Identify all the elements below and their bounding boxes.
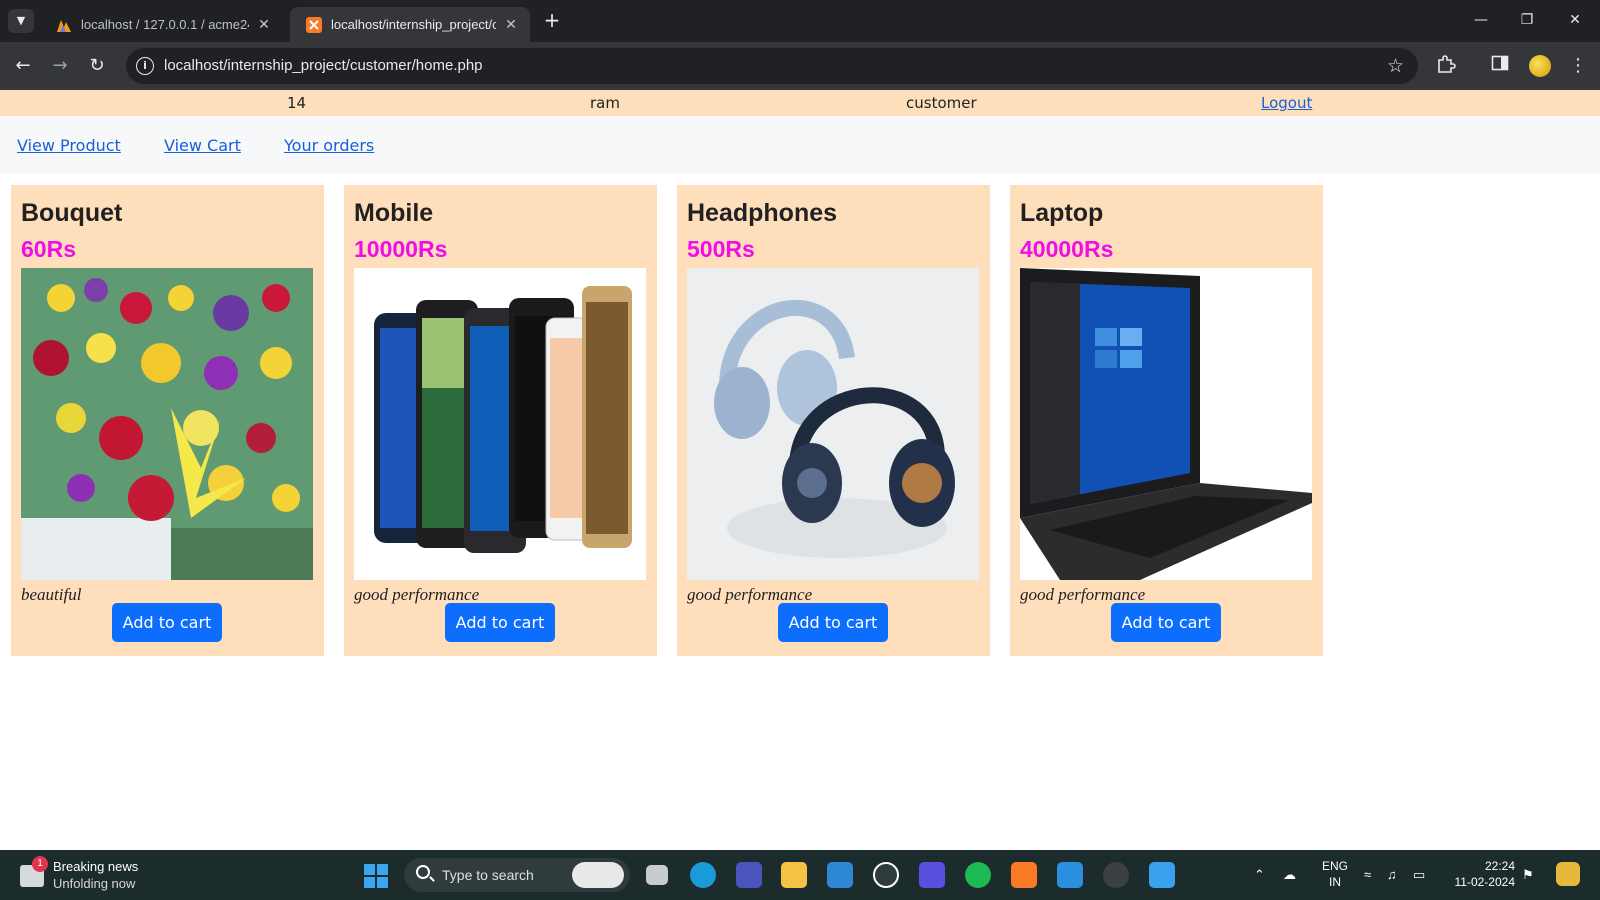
product-price: 10000Rs xyxy=(354,236,448,262)
product-image-laptop xyxy=(1020,268,1312,580)
clock[interactable]: 22:24 11-02-2024 xyxy=(1449,858,1516,890)
product-name: Bouquet xyxy=(21,199,123,227)
product-description: beautiful xyxy=(21,585,82,604)
lang-bottom: IN xyxy=(1329,875,1341,889)
show-hidden-icons[interactable]: ⌃ xyxy=(1254,867,1265,883)
product-card: Laptop 40000Rs good performance Add to c… xyxy=(1010,185,1323,656)
lang-top: ENG xyxy=(1321,859,1348,873)
clock-date: 11-02-2024 xyxy=(1454,875,1516,889)
task-view-icon[interactable] xyxy=(646,865,668,885)
browser-menu-icon[interactable]: ⋮ xyxy=(1566,54,1590,78)
browser-toolbar: ← → ↻ i localhost/internship_project/cus… xyxy=(0,42,1600,90)
page-content: 14 ram customer Logout View Product View… xyxy=(0,90,1600,850)
side-panel-icon[interactable] xyxy=(1488,54,1512,78)
volume-icon[interactable]: ♫ xyxy=(1387,867,1397,882)
mail-icon[interactable] xyxy=(827,862,853,888)
spotify-icon[interactable] xyxy=(965,862,991,888)
extensions-icon[interactable] xyxy=(1434,54,1458,78)
logout-link[interactable]: Logout xyxy=(1261,94,1312,112)
address-bar[interactable]: i localhost/internship_project/customer/… xyxy=(126,48,1418,84)
clock-time: 22:24 xyxy=(1484,859,1515,873)
your-orders-link[interactable]: Your orders xyxy=(284,136,374,155)
tab-title: localhost / 127.0.0.1 / acme24 / xyxy=(81,17,249,32)
product-name: Laptop xyxy=(1020,199,1104,227)
copilot-icon[interactable] xyxy=(572,862,624,888)
forward-button[interactable]: → xyxy=(48,54,72,78)
edge-icon[interactable] xyxy=(690,862,716,888)
reload-button[interactable]: ↻ xyxy=(85,54,109,78)
windows-taskbar: 1 Breaking news Unfolding now Type to se… xyxy=(0,850,1600,900)
xampp-taskbar-icon[interactable] xyxy=(1011,862,1037,888)
url-text[interactable]: localhost/internship_project/customer/ho… xyxy=(164,48,483,84)
back-button[interactable]: ← xyxy=(11,54,35,78)
teams-icon[interactable] xyxy=(736,862,762,888)
new-tab-button[interactable]: + xyxy=(540,9,564,33)
vscode-icon[interactable] xyxy=(1057,862,1083,888)
minimize-button[interactable]: — xyxy=(1458,0,1504,40)
product-image-mobile xyxy=(354,268,646,580)
copilot-app-icon[interactable] xyxy=(919,862,945,888)
news-title[interactable]: Breaking news xyxy=(53,859,138,874)
username: ram xyxy=(590,94,620,112)
user-role: customer xyxy=(906,94,977,112)
notification-bell-icon[interactable]: ⚑ xyxy=(1522,867,1534,883)
browser-tabstrip: ▼ localhost / 127.0.0.1 / acme24 / ✕ loc… xyxy=(0,0,1600,42)
windows-start-icon[interactable] xyxy=(364,864,388,888)
add-to-cart-button[interactable]: Add to cart xyxy=(1111,603,1221,642)
photos-icon[interactable] xyxy=(1149,862,1175,888)
product-description: good performance xyxy=(354,585,480,604)
user-id: 14 xyxy=(287,94,307,112)
customer-nav: View Product View Cart Your orders xyxy=(0,116,1600,174)
product-description: good performance xyxy=(687,585,813,604)
taskbar-search-box[interactable]: Type to search xyxy=(404,858,630,892)
file-explorer-icon[interactable] xyxy=(781,862,807,888)
close-window-button[interactable]: ✕ xyxy=(1552,0,1598,40)
news-badge: 1 xyxy=(32,856,48,872)
tab-phpmyadmin[interactable]: localhost / 127.0.0.1 / acme24 / ✕ xyxy=(40,7,283,42)
news-subtitle[interactable]: Unfolding now xyxy=(53,876,135,891)
tab-title: localhost/internship_project/cu xyxy=(331,17,496,32)
product-card: Mobile 10000Rs good performance Add to c… xyxy=(344,185,657,656)
phpmyadmin-icon xyxy=(57,19,71,32)
restore-button[interactable]: ❐ xyxy=(1504,0,1550,40)
search-icon xyxy=(416,865,430,879)
product-image-bouquet xyxy=(21,268,313,580)
product-image-headphones xyxy=(687,268,979,580)
close-tab-icon[interactable]: ✕ xyxy=(502,17,520,33)
add-to-cart-button[interactable]: Add to cart xyxy=(112,603,222,642)
product-price: 40000Rs xyxy=(1020,236,1114,262)
site-info-icon[interactable]: i xyxy=(136,57,154,75)
product-name: Mobile xyxy=(354,199,434,227)
product-name: Headphones xyxy=(687,199,838,227)
onedrive-icon[interactable]: ☁ xyxy=(1283,867,1296,883)
view-product-link[interactable]: View Product xyxy=(17,136,121,155)
user-info-bar: 14 ram customer Logout xyxy=(0,90,1600,116)
product-price: 60Rs xyxy=(21,236,76,262)
product-card: Headphones 500Rs good performance Add to… xyxy=(677,185,990,656)
product-description: good performance xyxy=(1020,585,1146,604)
product-card: Bouquet 60Rs beautiful Add to cart xyxy=(11,185,324,656)
xampp-icon xyxy=(306,16,322,33)
search-placeholder: Type to search xyxy=(442,867,534,883)
language-indicator[interactable]: ENG IN xyxy=(1320,858,1350,890)
product-price: 500Rs xyxy=(687,236,755,262)
tab-search-button[interactable]: ▼ xyxy=(8,9,34,33)
wifi-icon[interactable]: ≈ xyxy=(1364,867,1371,882)
copilot-tray-icon[interactable] xyxy=(1556,862,1580,886)
dell-icon[interactable] xyxy=(873,862,899,888)
view-cart-link[interactable]: View Cart xyxy=(164,136,241,155)
chrome-icon[interactable] xyxy=(1103,862,1129,888)
bookmark-star-icon[interactable]: ☆ xyxy=(1387,55,1404,77)
battery-icon[interactable]: ▭ xyxy=(1413,867,1425,883)
close-tab-icon[interactable]: ✕ xyxy=(255,17,273,33)
add-to-cart-button[interactable]: Add to cart xyxy=(778,603,888,642)
add-to-cart-button[interactable]: Add to cart xyxy=(445,603,555,642)
profile-avatar[interactable] xyxy=(1529,55,1551,77)
tab-home-php[interactable]: localhost/internship_project/cu ✕ xyxy=(290,7,530,42)
